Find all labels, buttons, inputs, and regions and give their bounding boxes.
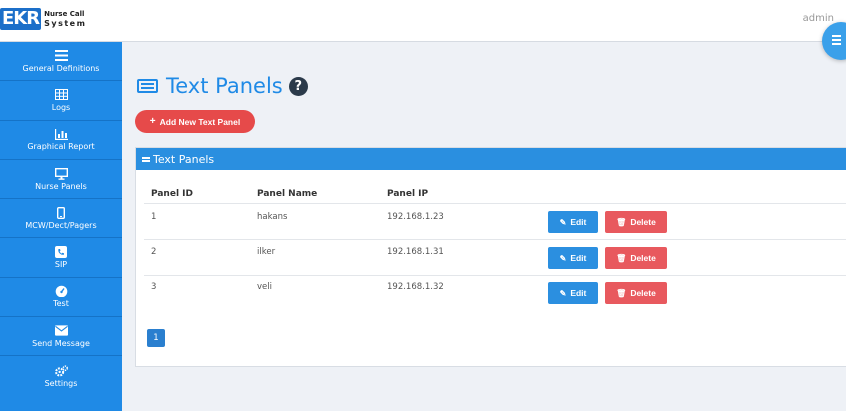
- delete-button[interactable]: 🗑 Delete: [605, 247, 667, 269]
- page-header: Text Panels ?: [137, 74, 308, 98]
- sidebar-item-logs[interactable]: Logs: [0, 81, 122, 121]
- page-title: Text Panels: [166, 74, 283, 98]
- trash-icon: 🗑: [616, 253, 627, 263]
- logo[interactable]: EKR Nurse Call System: [0, 6, 86, 32]
- sidebar: General Definitions Logs Graphical Repor…: [0, 42, 122, 411]
- mobile-icon: [55, 206, 68, 219]
- edit-icon: ✎: [559, 288, 567, 298]
- sidebar-item-settings[interactable]: Settings: [0, 356, 122, 395]
- delete-button[interactable]: 🗑 Delete: [605, 282, 667, 304]
- edit-button[interactable]: ✎ Edit: [548, 247, 598, 269]
- sidebar-item-label: Logs: [51, 102, 71, 112]
- pagination-page-1[interactable]: 1: [147, 329, 165, 347]
- menu-toggle-button[interactable]: [822, 22, 846, 60]
- gears-icon: [54, 364, 68, 377]
- panel-ip-cell: 192.168.1.32: [387, 282, 444, 292]
- panel-id-cell: 3: [151, 282, 157, 292]
- keyboard-icon: [137, 79, 158, 93]
- panel-title: Text Panels: [153, 152, 215, 166]
- sidebar-item-label: Send Message: [32, 338, 90, 348]
- sidebar-item-label: Graphical Report: [27, 142, 95, 152]
- table-icon: [54, 89, 68, 101]
- row-divider: [144, 239, 846, 240]
- sidebar-item-test[interactable]: Test: [0, 278, 122, 318]
- logo-line1: Nurse Call: [44, 10, 85, 18]
- sidebar-item-label: Nurse Panels: [35, 181, 87, 191]
- top-bar: EKR Nurse Call System admin: [0, 0, 846, 42]
- add-text-panel-button[interactable]: + Add New Text Panel: [135, 110, 255, 133]
- phone-icon: [55, 246, 68, 259]
- menu-icon: [832, 35, 841, 37]
- row-divider: [144, 275, 846, 276]
- panel-name-cell: veli: [257, 282, 272, 292]
- column-header-panel-name[interactable]: Panel Name: [257, 189, 317, 199]
- sidebar-item-label: General Definitions: [22, 63, 100, 73]
- delete-button[interactable]: 🗑 Delete: [605, 211, 667, 233]
- panel-name-cell: hakans: [257, 212, 288, 222]
- panel-ip-cell: 192.168.1.23: [387, 212, 444, 222]
- panel-header: Text Panels: [136, 148, 846, 170]
- edit-icon: ✎: [559, 253, 567, 263]
- sidebar-item-label: Settings: [44, 378, 78, 388]
- trash-icon: 🗑: [616, 288, 627, 298]
- panel-id-cell: 2: [151, 247, 157, 257]
- text-panels-card: Text Panels Panel ID Panel Name Panel IP…: [135, 147, 846, 367]
- logo-line2: System: [44, 19, 87, 28]
- sidebar-item-label: SIP: [54, 260, 68, 270]
- column-header-panel-ip[interactable]: Panel IP: [387, 189, 428, 199]
- panel-ip-cell: 192.168.1.31: [387, 247, 444, 257]
- edit-button[interactable]: ✎ Edit: [548, 211, 598, 233]
- user-menu[interactable]: admin: [803, 13, 834, 24]
- header-divider: [144, 203, 846, 204]
- panel-name-cell: ilker: [257, 247, 276, 257]
- logo-mark: EKR: [0, 8, 42, 30]
- column-header-panel-id[interactable]: Panel ID: [151, 189, 193, 199]
- list-icon: [142, 156, 150, 162]
- panel-id-cell: 1: [151, 212, 157, 222]
- edit-button[interactable]: ✎ Edit: [548, 282, 598, 304]
- trash-icon: 🗑: [616, 217, 627, 227]
- sidebar-item-send-message[interactable]: Send Message: [0, 317, 122, 357]
- help-icon[interactable]: ?: [288, 76, 308, 96]
- sidebar-item-nurse-panels[interactable]: Nurse Panels: [0, 160, 122, 200]
- edit-icon: ✎: [559, 217, 567, 227]
- add-text-panel-label: Add New Text Panel: [159, 116, 241, 127]
- plus-icon: +: [149, 116, 156, 127]
- sidebar-item-sip[interactable]: SIP: [0, 238, 122, 278]
- monitor-icon: [54, 167, 68, 180]
- list-icon: [54, 50, 68, 62]
- sidebar-item-mcw-dect-pagers[interactable]: MCW/Dect/Pagers: [0, 199, 122, 239]
- envelope-icon: [54, 325, 68, 337]
- sidebar-item-general-definitions[interactable]: General Definitions: [0, 42, 122, 82]
- tachometer-icon: [55, 285, 68, 298]
- bar-chart-icon: [54, 128, 68, 140]
- sidebar-item-label: MCW/Dect/Pagers: [25, 220, 97, 230]
- sidebar-item-graphical-report[interactable]: Graphical Report: [0, 121, 122, 160]
- sidebar-item-label: Test: [53, 299, 69, 309]
